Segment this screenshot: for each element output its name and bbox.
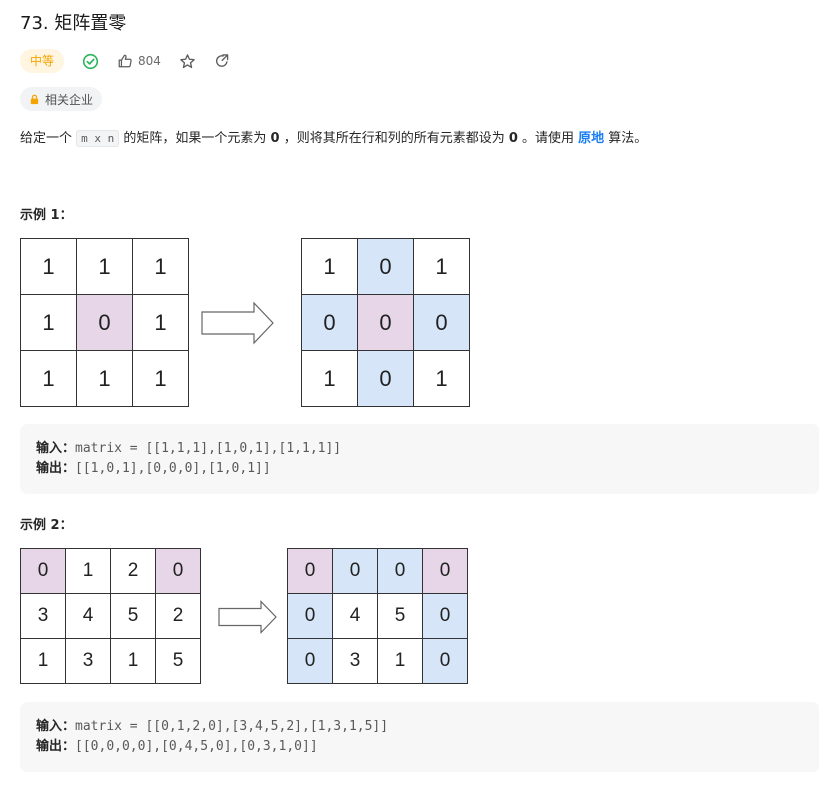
matrix-cell: 3 — [21, 594, 66, 639]
input-label: 输入： — [36, 441, 76, 456]
example-1-input-line: 输入：matrix = [[1,1,1],[1,0,1],[1,1,1]] — [36, 440, 341, 458]
check-circle-icon — [82, 53, 99, 69]
example-1-output-matrix: 1 0 1 0 0 0 1 0 1 — [301, 238, 470, 407]
output-label: 输出： — [36, 739, 76, 754]
example-1-output-line: 输出：[[1,0,1],[0,0,0],[1,0,1]] — [36, 460, 271, 478]
example-2-output-line: 输出：[[0,0,0,0],[0,4,5,0],[0,3,1,0]] — [36, 738, 318, 756]
matrix-cell: 0 — [156, 549, 201, 594]
problem-title: 73. 矩阵置零 — [20, 13, 127, 34]
matrix-cell: 1 — [133, 295, 189, 351]
share-button[interactable] — [214, 53, 230, 69]
lock-icon — [30, 94, 39, 104]
desc-text: 。请使用 — [517, 131, 579, 146]
output-value: [[1,0,1],[0,0,0],[1,0,1]] — [75, 461, 271, 476]
company-tag-label: 相关企业 — [45, 92, 94, 107]
star-icon — [180, 53, 195, 68]
share-icon — [215, 54, 229, 67]
matrix-cell: 3 — [66, 639, 111, 684]
matrix-cell: 1 — [302, 351, 358, 407]
output-value: [[0,0,0,0],[0,4,5,0],[0,3,1,0]] — [75, 739, 318, 754]
matrix-cell: 1 — [21, 239, 77, 295]
example-2-output-matrix: 0 0 0 0 0 4 5 0 0 3 1 0 — [287, 548, 468, 684]
matrix-cell: 1 — [133, 239, 189, 295]
matrix-cell: 0 — [77, 295, 133, 351]
matrix-cell: 2 — [111, 549, 156, 594]
matrix-cell: 4 — [333, 594, 378, 639]
matrix-cell: 0 — [423, 549, 468, 594]
matrix-cell: 1 — [77, 351, 133, 407]
example-1-code-block: 输入：matrix = [[1,1,1],[1,0,1],[1,1,1]] 输出… — [20, 424, 819, 494]
output-label: 输出： — [36, 461, 76, 476]
matrix-cell: 1 — [378, 639, 423, 684]
matrix-cell: 0 — [288, 594, 333, 639]
matrix-cell: 5 — [111, 594, 156, 639]
matrix-cell: 1 — [414, 239, 470, 295]
matrix-cell: 0 — [358, 295, 414, 351]
like-count: 804 — [138, 54, 161, 68]
inline-code: m x n — [76, 130, 120, 147]
matrix-cell: 0 — [333, 549, 378, 594]
example-2-input-line: 输入：matrix = [[0,1,2,0],[3,4,5,2],[1,3,1,… — [36, 718, 388, 736]
desc-bold: 0 — [270, 131, 280, 146]
example-2-label: 示例 2： — [20, 518, 73, 533]
matrix-cell: 0 — [302, 295, 358, 351]
example-2-input-matrix: 0 1 2 0 3 4 5 2 1 3 1 5 — [20, 548, 201, 684]
matrix-cell: 1 — [21, 639, 66, 684]
matrix-cell: 1 — [66, 549, 111, 594]
matrix-cell: 5 — [378, 594, 423, 639]
matrix-cell: 1 — [21, 351, 77, 407]
example-1-label: 示例 1： — [20, 208, 73, 223]
desc-text: 算法。 — [604, 131, 648, 146]
in-place-link[interactable]: 原地 — [578, 131, 604, 146]
difficulty-badge[interactable]: 中等 — [20, 49, 65, 73]
matrix-cell: 0 — [414, 295, 470, 351]
matrix-cell: 1 — [111, 639, 156, 684]
related-companies-tag[interactable]: 相关企业 — [20, 87, 103, 111]
matrix-cell: 0 — [288, 639, 333, 684]
problem-meta-bar: 中等 804 — [20, 48, 230, 74]
input-value: matrix = [[1,1,1],[1,0,1],[1,1,1]] — [75, 441, 342, 456]
solved-status — [82, 53, 99, 70]
problem-description: 给定一个 m x n 的矩阵，如果一个元素为 0 ，则将其所在行和列的所有元素都… — [20, 128, 647, 150]
matrix-cell: 0 — [423, 639, 468, 684]
input-value: matrix = [[0,1,2,0],[3,4,5,2],[1,3,1,5]] — [75, 719, 389, 734]
desc-bold: 0 — [508, 131, 518, 146]
desc-text: ，则将其所在行和列的所有元素都设为 — [279, 131, 509, 146]
example-2-code-block: 输入：matrix = [[0,1,2,0],[3,4,5,2],[1,3,1,… — [20, 702, 819, 772]
matrix-cell: 1 — [414, 351, 470, 407]
matrix-cell: 3 — [333, 639, 378, 684]
like-button[interactable]: 804 — [117, 53, 161, 69]
input-label: 输入： — [36, 719, 76, 734]
matrix-cell: 1 — [77, 239, 133, 295]
matrix-cell: 4 — [66, 594, 111, 639]
matrix-cell: 1 — [302, 239, 358, 295]
matrix-cell: 1 — [133, 351, 189, 407]
matrix-cell: 0 — [288, 549, 333, 594]
desc-text: 给定一个 — [20, 131, 77, 146]
thumbs-up-icon — [118, 54, 132, 68]
matrix-cell: 0 — [21, 549, 66, 594]
matrix-cell: 1 — [21, 295, 77, 351]
desc-text: 的矩阵，如果一个元素为 — [119, 131, 271, 146]
matrix-cell: 0 — [358, 239, 414, 295]
matrix-cell: 0 — [358, 351, 414, 407]
matrix-cell: 2 — [156, 594, 201, 639]
matrix-cell: 0 — [423, 594, 468, 639]
example-1-input-matrix: 1 1 1 1 0 1 1 1 1 — [20, 238, 189, 407]
favorite-button[interactable] — [179, 53, 196, 70]
matrix-cell: 5 — [156, 639, 201, 684]
right-arrow-icon — [218, 600, 277, 634]
matrix-cell: 0 — [378, 549, 423, 594]
right-arrow-icon — [201, 301, 274, 345]
